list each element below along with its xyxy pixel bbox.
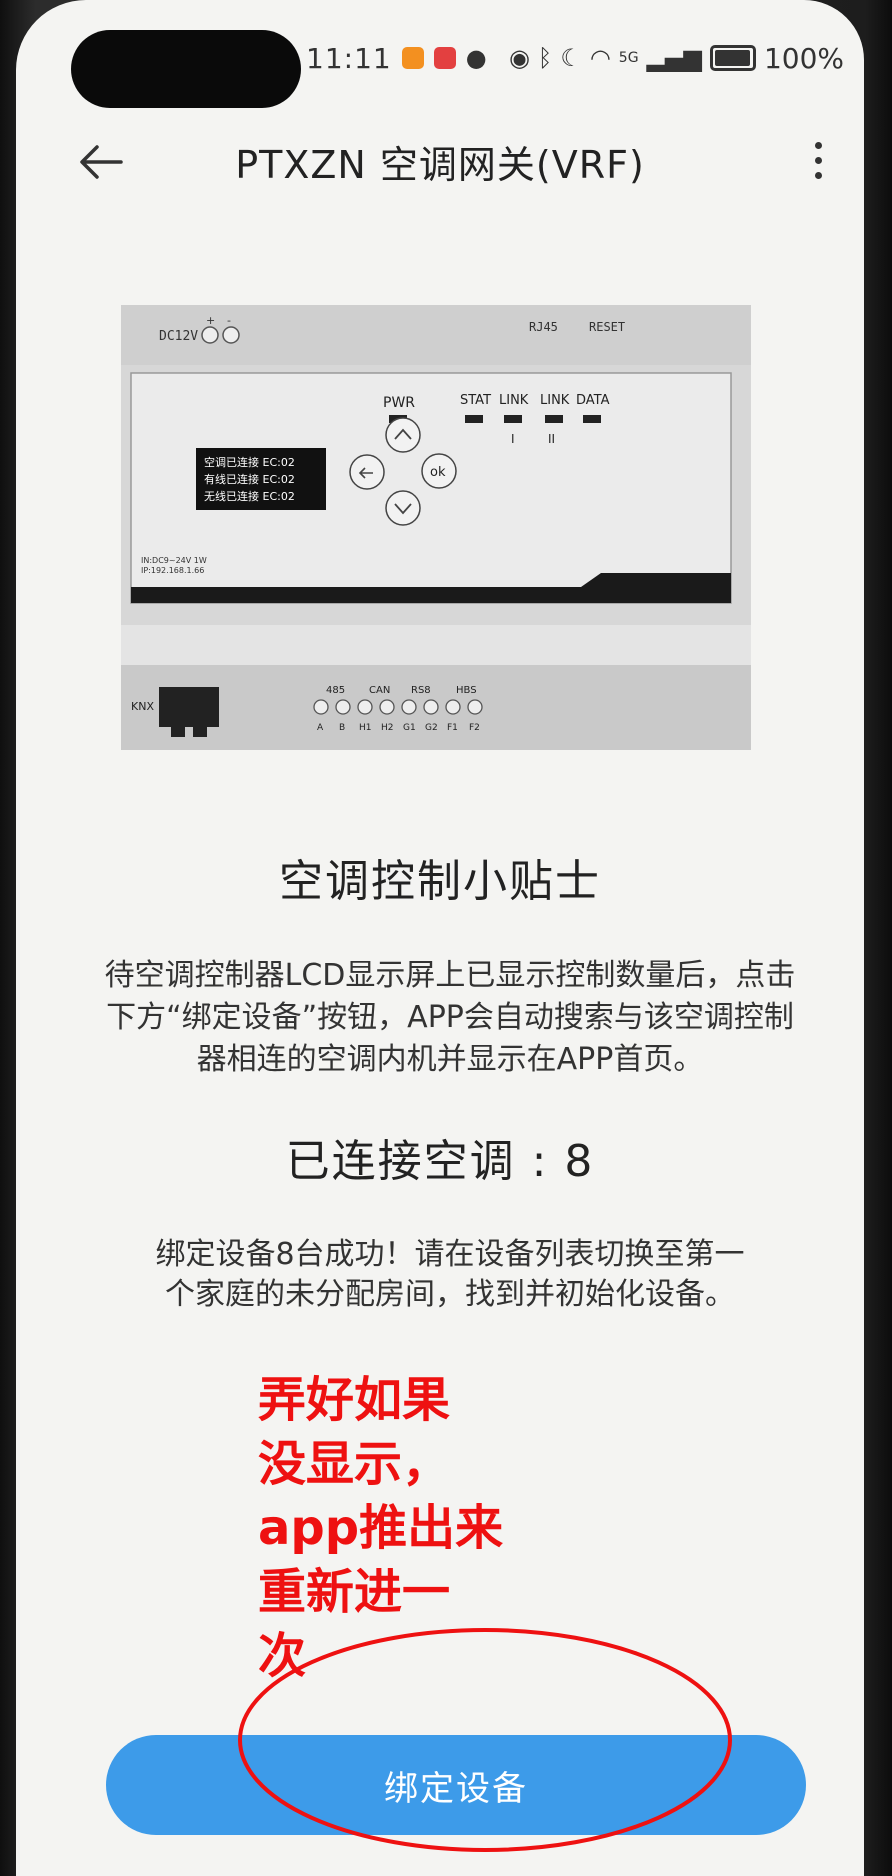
- svg-text:RS8: RS8: [411, 685, 431, 696]
- svg-text:CAN: CAN: [369, 685, 390, 696]
- battery-icon: [709, 45, 756, 71]
- svg-text:II: II: [548, 432, 555, 446]
- reset-label: RESET: [589, 320, 625, 334]
- svg-text:-: -: [227, 314, 231, 327]
- wechat-icon: ●: [465, 44, 487, 72]
- camera-cutout: [71, 30, 301, 108]
- led-label: DATA: [576, 393, 610, 408]
- led: [465, 415, 483, 423]
- svg-text:IP:192.168.1.66: IP:192.168.1.66: [141, 566, 204, 575]
- led: [545, 415, 563, 423]
- led: [504, 415, 522, 423]
- svg-text:F1: F1: [447, 723, 458, 733]
- svg-text:ok: ok: [430, 465, 446, 480]
- knx-label: KNX: [131, 700, 154, 713]
- battery-level: 100%: [763, 41, 844, 75]
- svg-text:F2: F2: [469, 723, 480, 733]
- connected-count: 已连接空调 : 8: [285, 1136, 595, 1187]
- bluetooth-icon: ᛒ: [537, 44, 553, 72]
- svg-text:HBS: HBS: [456, 685, 477, 696]
- tips-body: 待空调控制器LCD显示屏上已显示控制数量后，点击下方“绑定设备”按钮，APP会自…: [104, 958, 796, 1077]
- status-time: 11:11: [306, 41, 392, 75]
- rj45-label: RJ45: [529, 320, 558, 334]
- svg-text:I: I: [511, 432, 515, 446]
- up-button-icon: [385, 417, 421, 453]
- power-terminal: [201, 326, 219, 344]
- svg-text:H2: H2: [381, 723, 394, 733]
- red-annotation-text: 弄好如果 没显示， app推出来 重新进一 次: [258, 1372, 504, 1684]
- lcd-line: 有线已连接 EC:02: [204, 472, 295, 486]
- knx-port: [159, 687, 219, 727]
- wifi-icon: ◠: [589, 44, 611, 72]
- power-label: DC12V: [159, 329, 198, 344]
- down-button-icon: [385, 490, 421, 526]
- return-button-icon: [349, 454, 385, 490]
- status-bar: 11:11 ● ◉ ᛒ ☾ ◠ 5G ▂▄▆ 100%: [306, 38, 844, 78]
- svg-text:IN:DC9~24V 1W: IN:DC9~24V 1W: [141, 556, 207, 565]
- bind-success-message: 绑定设备8台成功！请在设备列表切换至第一个家庭的未分配房间，找到并初始化设备。: [155, 1237, 745, 1312]
- tips-title: 空调控制小贴士: [279, 856, 601, 907]
- status-icons: ◉ ᛒ ☾ ◠ 5G ▂▄▆ 100%: [509, 42, 844, 75]
- svg-text:485: 485: [326, 685, 345, 696]
- led-label: PWR: [383, 395, 415, 411]
- eye-icon: ◉: [508, 44, 530, 72]
- network-type: 5G: [618, 50, 639, 66]
- moon-icon: ☾: [560, 44, 582, 72]
- page-title: PTXZN 空调网关(VRF): [235, 143, 645, 187]
- more-options-button[interactable]: [798, 130, 838, 190]
- lcd-line: 无线已连接 EC:02: [204, 489, 295, 503]
- led-label: STAT: [460, 393, 491, 408]
- phone-frame: 11:11 ● ◉ ᛒ ☾ ◠ 5G ▂▄▆ 100% PTXZN 空调网关(V…: [0, 0, 892, 1876]
- svg-text:B: B: [339, 723, 345, 733]
- svg-text:+: +: [206, 314, 215, 327]
- gateway-device-illustration: DC12V + - RJ45 RESET PWR STAT LINK LINK …: [121, 305, 751, 750]
- top-app-bar: PTXZN 空调网关(VRF): [16, 120, 864, 200]
- more-vertical-icon: [814, 141, 822, 149]
- svg-text:H1: H1: [359, 723, 372, 733]
- svg-text:G2: G2: [425, 723, 438, 733]
- power-terminal: [222, 326, 240, 344]
- svg-text:A: A: [317, 723, 324, 733]
- bind-device-button[interactable]: 绑定设备: [106, 1735, 806, 1835]
- svg-text:G1: G1: [403, 723, 416, 733]
- led: [583, 415, 601, 423]
- signal-icon: ▂▄▆: [646, 44, 702, 72]
- app-screen: 11:11 ● ◉ ᛒ ☾ ◠ 5G ▂▄▆ 100% PTXZN 空调网关(V…: [16, 0, 864, 1876]
- lcd-line: 空调已连接 EC:02: [204, 455, 295, 469]
- led-label: LINK: [540, 393, 570, 408]
- app-notification-icon: [401, 47, 424, 69]
- led-label: LINK: [499, 393, 529, 408]
- app-notification-icon: [433, 47, 456, 69]
